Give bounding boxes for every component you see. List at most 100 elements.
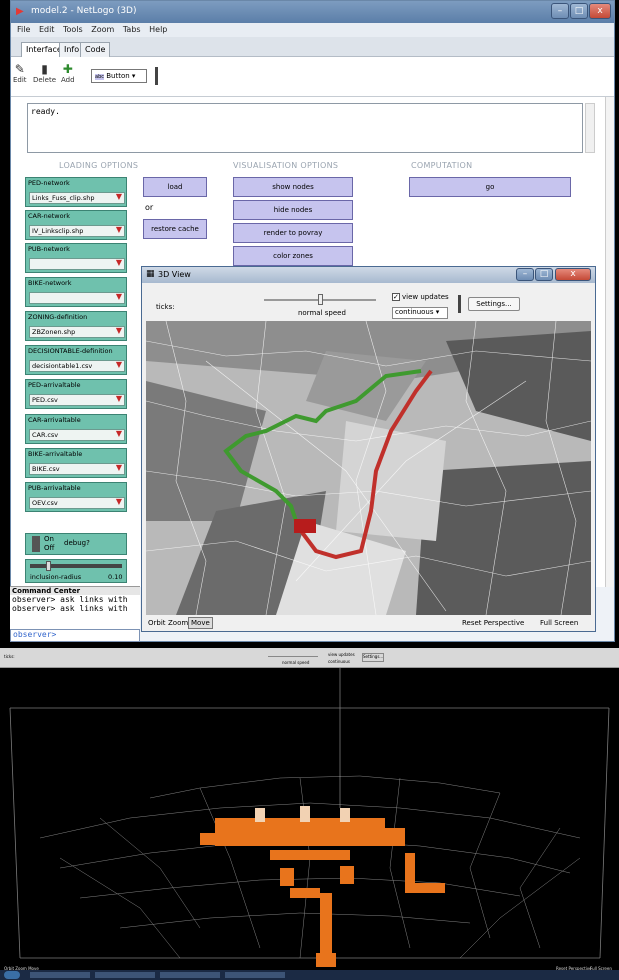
debug-switch[interactable]: On Off debug?	[25, 533, 127, 555]
chooser-value: CAR.csv	[29, 429, 125, 441]
render-povray-button[interactable]: render to povray	[233, 223, 353, 243]
view3d-maximize-button[interactable]: □	[535, 268, 553, 281]
menu-zoom[interactable]: Zoom	[91, 23, 114, 37]
agent-blocks	[200, 818, 445, 967]
interface-scrollbar[interactable]	[605, 97, 614, 587]
slider-handle[interactable]	[46, 561, 51, 571]
load-button[interactable]: load	[143, 177, 207, 197]
menu-help[interactable]: Help	[149, 23, 167, 37]
chooser-car-network[interactable]: CAR-network IV_Linksclip.shp ▼	[25, 210, 127, 240]
view3d-scene[interactable]	[146, 321, 591, 615]
chooser-pub-network[interactable]: PUB-network ▼	[25, 243, 127, 273]
go-button[interactable]: go	[409, 177, 571, 197]
taskbar-item[interactable]	[225, 972, 285, 978]
settings-button[interactable]: Settings...	[362, 653, 384, 662]
maximize-button[interactable]: □	[570, 3, 588, 19]
chooser-pub-arrivaltable[interactable]: PUB-arrivaltable OEV.csv ▼	[25, 482, 127, 512]
window-title: model.2 - NetLogo (3D)	[31, 6, 137, 16]
view-updates-checkbox[interactable]: ✓	[392, 293, 400, 301]
tab-code[interactable]: Code	[80, 42, 111, 57]
menu-bar: File Edit Tools Zoom Tabs Help	[11, 23, 614, 37]
orbit-button[interactable]: Orbit	[148, 619, 166, 627]
taskbar-item[interactable]	[160, 972, 220, 978]
chooser-label: BIKE-network	[28, 279, 72, 287]
network-mesh	[39, 775, 581, 959]
dropdown-arrow-icon: ▼	[115, 360, 122, 369]
chooser-value	[29, 292, 125, 304]
color-zones-button[interactable]: color zones	[233, 246, 353, 266]
delete-label: Delete	[33, 76, 56, 84]
agent-car	[294, 519, 316, 533]
dropdown-arrow-icon: ▼	[115, 429, 122, 438]
separator	[458, 295, 461, 313]
chooser-ped-arrivaltable[interactable]: PED-arrivaltable PED.csv ▼	[25, 379, 127, 409]
taskbar-item[interactable]	[95, 972, 155, 978]
switch-off-label: Off	[44, 544, 55, 552]
hide-nodes-button[interactable]: hide nodes	[233, 200, 353, 220]
zoom-button[interactable]: Zoom	[168, 619, 188, 627]
delete-tool[interactable]: ▮ Delete	[33, 62, 56, 84]
block-cluster	[290, 888, 320, 898]
taskbar-item[interactable]	[30, 972, 90, 978]
widget-type-select[interactable]: abc Button ▾	[91, 69, 147, 83]
observer-prompt: observer>	[13, 630, 57, 639]
speed-slider-handle[interactable]	[318, 294, 323, 305]
chooser-ped-network[interactable]: PED-network Links_Fuss_clip.shp ▼	[25, 177, 127, 207]
big-scene[interactable]	[0, 668, 619, 970]
chooser-label: PED-network	[28, 179, 70, 187]
ticks-label: ticks:	[156, 303, 175, 311]
edit-tool[interactable]: ✎ Edit	[13, 62, 27, 84]
chooser-car-arrivaltable[interactable]: CAR-arrivaltable CAR.csv ▼	[25, 414, 127, 444]
loading-section-heading: LOADING OPTIONS	[59, 161, 139, 170]
speed-slider-track[interactable]	[268, 656, 318, 657]
chooser-value: PED.csv	[29, 394, 125, 406]
chooser-zoning-definition[interactable]: ZONING-definition ZBZonen.shp ▼	[25, 311, 127, 341]
slider-track[interactable]	[30, 564, 122, 568]
dropdown-arrow-icon: ▼	[115, 326, 122, 335]
full-screen-button[interactable]: Full Screen	[540, 619, 578, 627]
menu-edit[interactable]: Edit	[39, 23, 55, 37]
show-nodes-button[interactable]: show nodes	[233, 177, 353, 197]
switch-on-label: On	[44, 535, 54, 543]
chooser-value: decisiontable1.csv	[29, 360, 125, 372]
minimize-button[interactable]: –	[551, 3, 569, 19]
menu-tools[interactable]: Tools	[63, 23, 83, 37]
close-button[interactable]: x	[589, 3, 611, 19]
dropdown-arrow-icon: ▼	[115, 394, 122, 403]
block-cluster	[200, 833, 230, 845]
view3d-minimize-button[interactable]: –	[516, 268, 534, 281]
update-mode-select[interactable]: continuous ▾	[392, 307, 448, 319]
settings-button[interactable]: Settings...	[468, 297, 520, 311]
dropdown-arrow-icon: ▼	[115, 292, 122, 301]
dropdown-arrow-icon: ▼	[115, 192, 122, 201]
chooser-value: Links_Fuss_clip.shp	[29, 192, 125, 204]
block-cluster	[340, 866, 354, 884]
zone-patch	[336, 421, 446, 541]
view3d-close-button[interactable]: x	[555, 268, 591, 281]
inclusion-radius-slider[interactable]: inclusion-radius 0.10	[25, 559, 127, 583]
netlogo-logo-icon: ▶	[16, 6, 24, 17]
menu-tabs[interactable]: Tabs	[123, 23, 141, 37]
switch-toggle[interactable]	[32, 536, 40, 552]
add-tool[interactable]: ✚ Add	[61, 62, 75, 84]
slider-label: inclusion-radius	[30, 573, 82, 581]
menu-file[interactable]: File	[17, 23, 30, 37]
chooser-label: ZONING-definition	[28, 313, 88, 321]
output-area[interactable]: ready.	[27, 103, 583, 153]
reset-perspective-button[interactable]: Reset Perspective	[462, 619, 524, 627]
command-input[interactable]: observer>	[10, 629, 140, 642]
move-button[interactable]: Move	[188, 617, 213, 629]
chooser-bike-arrivaltable[interactable]: BIKE-arrivaltable BIKE.csv ▼	[25, 448, 127, 478]
view-updates-label: view updates	[328, 652, 355, 657]
dropdown-arrow-icon: ▼	[115, 258, 122, 267]
chooser-decisiontable[interactable]: DECISIONTABLE-definition decisiontable1.c…	[25, 345, 127, 375]
chooser-bike-network[interactable]: BIKE-network ▼	[25, 277, 127, 307]
separator	[155, 67, 158, 85]
output-scrollbar[interactable]	[585, 103, 595, 153]
start-button[interactable]	[4, 971, 20, 979]
command-history-line: observer> ask links with	[12, 604, 128, 613]
chooser-value: IV_Linksclip.shp	[29, 225, 125, 237]
restore-cache-button[interactable]: restore cache	[143, 219, 207, 239]
update-mode-value[interactable]: continuous	[328, 659, 350, 664]
chooser-value: ZBZonen.shp	[29, 326, 125, 338]
